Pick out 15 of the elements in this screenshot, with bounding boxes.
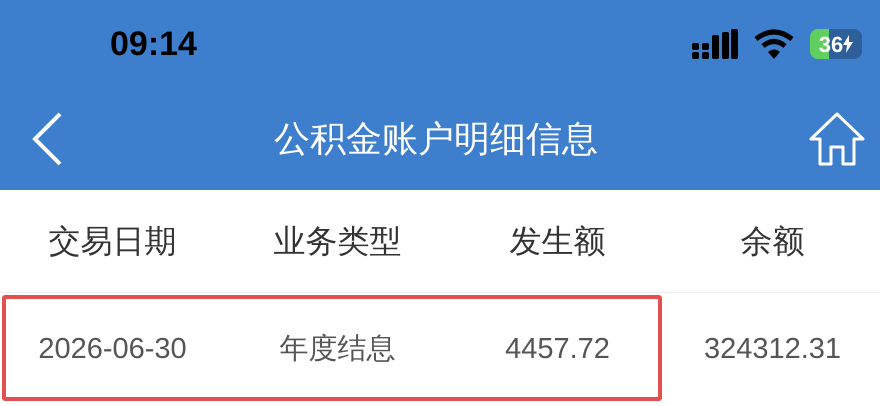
wifi-icon (754, 29, 794, 59)
table-cell-text: 324312.31 (702, 332, 842, 368)
column-header: 交易日期 (48, 222, 178, 261)
page-title: 公积金账户明细信息 (274, 117, 598, 161)
back-button[interactable] (30, 111, 64, 167)
table-cell-text: 4457.72 (504, 332, 611, 368)
column-header: 发生额 (508, 222, 606, 261)
home-icon[interactable] (808, 111, 866, 167)
table-cell-text: 年度结息 (278, 332, 396, 368)
column-header: 业务类型 (272, 222, 402, 261)
column-header: 余额 (740, 222, 806, 261)
signal-icon (692, 29, 738, 59)
battery-icon: 36 (810, 29, 862, 59)
table-cell-text: 2026-06-30 (37, 332, 188, 368)
status-time: 09:14 (110, 24, 197, 64)
